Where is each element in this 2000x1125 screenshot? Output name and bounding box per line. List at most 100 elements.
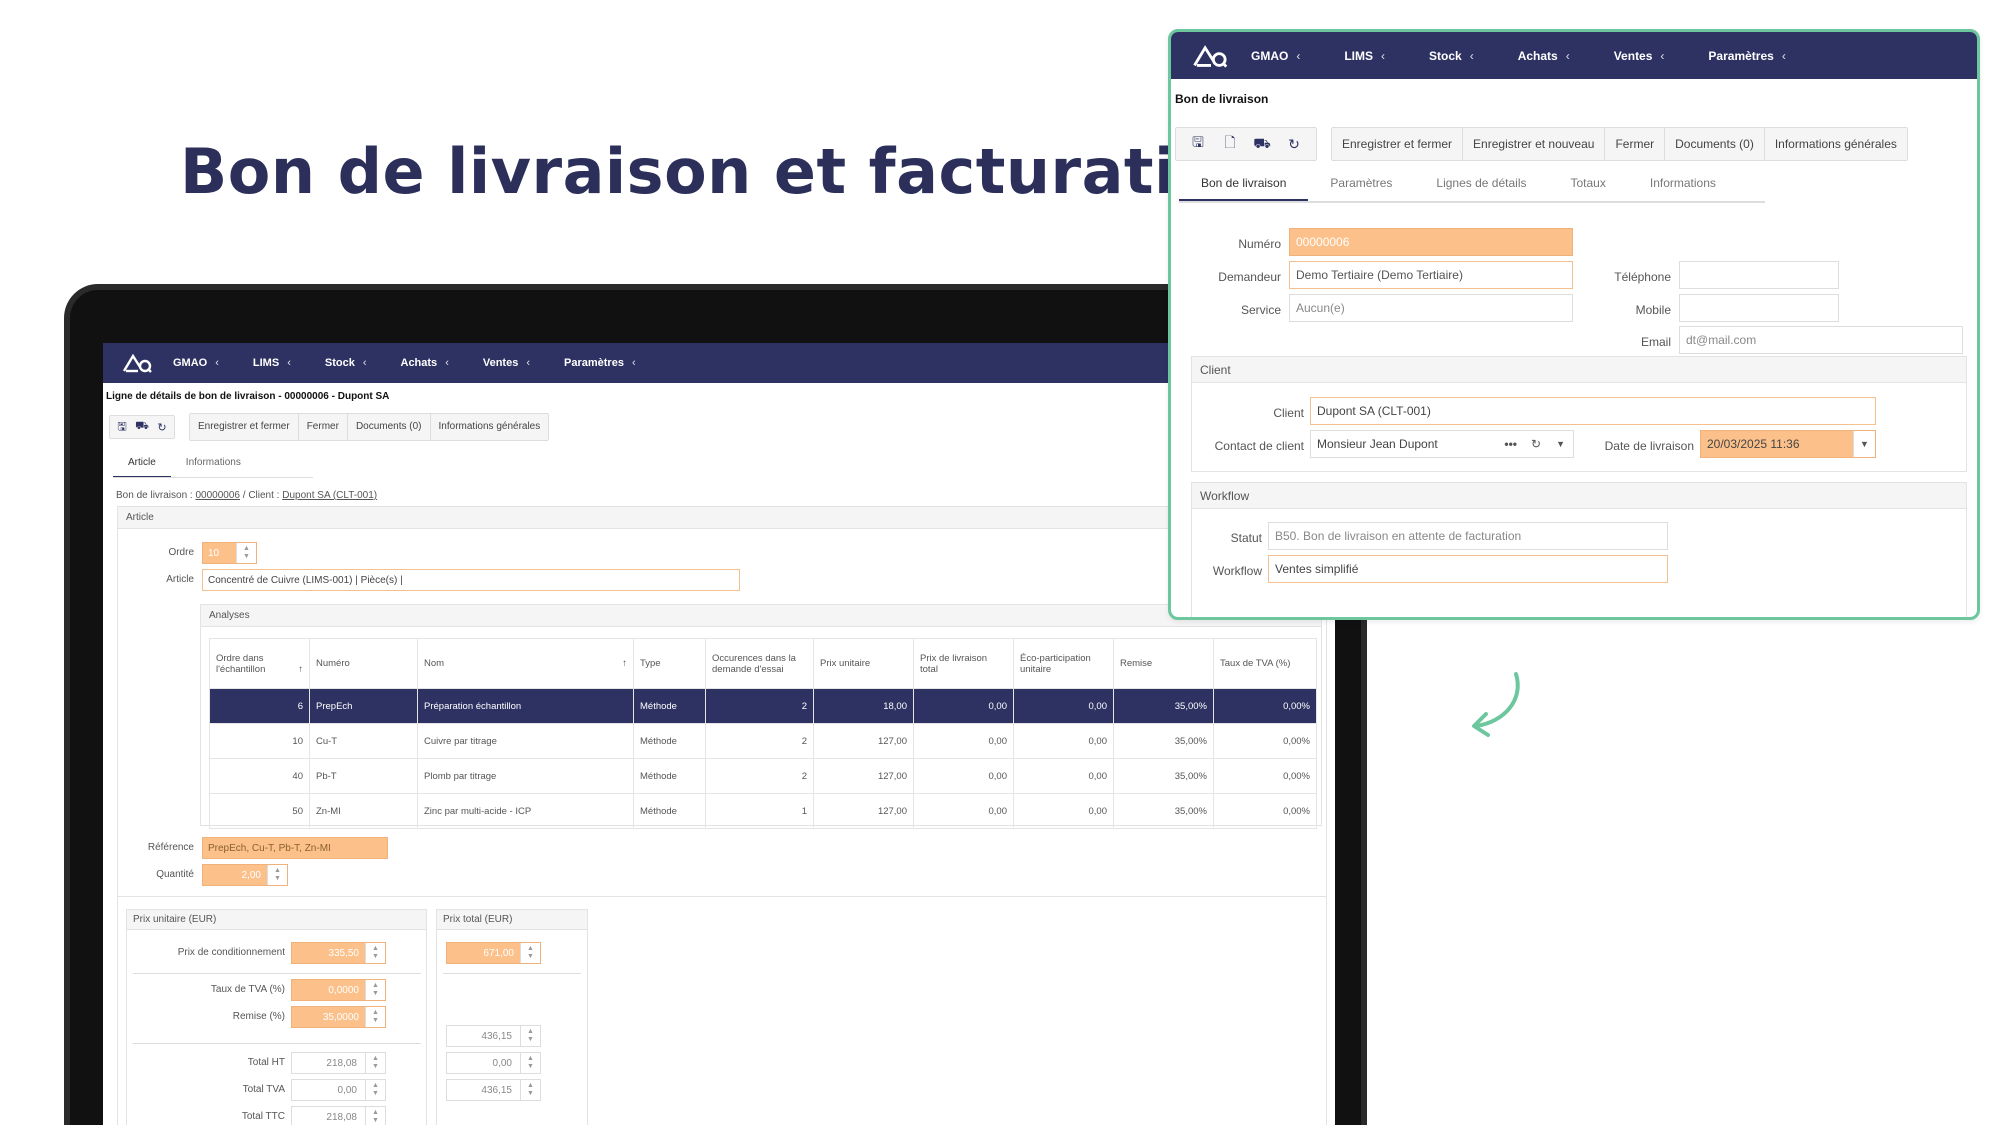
column-header[interactable]: Numéro [309, 638, 418, 689]
truck-icon[interactable]: ⛟ [132, 416, 152, 438]
column-header[interactable]: Prix de livraison total [913, 638, 1014, 689]
workflow-section: Workflow Statut B50. Bon de livraison en… [1191, 482, 1967, 617]
save-icon[interactable]: 🖫 [1182, 129, 1214, 159]
stepper-icon[interactable]: ▲ ▼ [520, 1080, 540, 1100]
column-header[interactable]: Type [633, 638, 706, 689]
client-section-title: Client [1192, 357, 1966, 383]
nav-item-gmao[interactable]: GMAO ‹ [1251, 49, 1300, 63]
close-button[interactable]: Fermer [299, 414, 348, 440]
save-close-button[interactable]: Enregistrer et fermer [190, 414, 299, 440]
app-logo-icon[interactable] [1171, 43, 1251, 69]
date-livraison-field[interactable]: 20/03/2025 11:36 ▼ [1700, 430, 1876, 458]
workflow-field[interactable]: Ventes simplifié [1268, 555, 1668, 583]
statut-field[interactable]: B50. Bon de livraison en attente de fact… [1268, 522, 1668, 550]
stepper-icon[interactable]: ▲ ▼ [365, 1107, 385, 1125]
table-row[interactable]: 6 PrepEch Préparation échantillon Méthode 2 1… [209, 688, 1317, 724]
tab-informations[interactable]: Informations [171, 453, 256, 478]
stepper-icon[interactable]: ▲ ▼ [365, 943, 385, 963]
total-ht-total-field[interactable]: 436,15 ▲ ▼ [446, 1025, 541, 1047]
stepper-icon[interactable]: ▲ ▼ [520, 1026, 540, 1046]
general-info-button[interactable]: Informations générales [1765, 128, 1907, 160]
tab-informations[interactable]: Informations [1628, 172, 1738, 202]
close-button[interactable]: Fermer [1605, 128, 1666, 160]
total-tva-total-field[interactable]: 0,00 ▲ ▼ [446, 1052, 541, 1074]
nav-item-ventes[interactable]: Ventes ‹ [483, 357, 530, 369]
refresh-icon[interactable]: ↻ [152, 416, 172, 438]
table-row[interactable]: 10 Cu-T Cuivre par titrage Méthode 2 127,00 0,… [209, 723, 1317, 759]
table-row[interactable]: 40 Pb-T Plomb par titrage Méthode 2 127,00 0,0… [209, 758, 1317, 794]
column-header[interactable]: Remise [1113, 638, 1214, 689]
table-row[interactable]: 50 Zn-MI Zinc par multi-acide - ICP Méthode… [209, 793, 1317, 829]
nav-item-lims[interactable]: LIMS ‹ [1344, 49, 1385, 63]
more-icon[interactable]: ••• [1504, 437, 1517, 451]
stepper-icon[interactable]: ▲ ▼ [365, 1007, 385, 1027]
tva-field[interactable]: 0,0000 ▲ ▼ [291, 979, 386, 1001]
nav-item-parametres[interactable]: Paramètres ‹ [564, 357, 636, 369]
window-tabs: Bon de livraison Paramètres Lignes de dé… [1179, 172, 1738, 202]
contact-field[interactable]: Monsieur Jean Dupont ••• ↻ ▼ [1310, 430, 1574, 458]
nav-item-stock[interactable]: Stock ‹ [1429, 49, 1474, 63]
tab-lignes-details[interactable]: Lignes de détails [1414, 172, 1548, 202]
nav-item-ventes[interactable]: Ventes ‹ [1614, 49, 1665, 63]
total-tva-field[interactable]: 0,00 ▲ ▼ [291, 1079, 386, 1101]
chevron-down-icon[interactable]: ▼ [1853, 431, 1875, 457]
total-ttc-total-field[interactable]: 436,15 ▲ ▼ [446, 1079, 541, 1101]
stepper-icon[interactable]: ▲ ▼ [520, 943, 540, 963]
stepper-icon[interactable]: ▲ ▼ [365, 1053, 385, 1073]
nav-item-achats[interactable]: Achats ‹ [1518, 49, 1570, 63]
documents-button[interactable]: Documents (0) [348, 414, 431, 440]
service-field[interactable]: Aucun(e) [1289, 294, 1573, 322]
column-header[interactable]: Éco-participation unitaire [1013, 638, 1114, 689]
chevron-down-icon[interactable]: ▼ [1556, 439, 1565, 449]
save-close-button[interactable]: Enregistrer et fermer [1332, 128, 1464, 160]
column-header[interactable]: Prix unitaire [813, 638, 914, 689]
stepper-icon[interactable]: ▲ ▼ [267, 865, 287, 885]
stepper-icon[interactable]: ▲ ▼ [365, 1080, 385, 1100]
demandeur-field[interactable]: Demo Tertiaire (Demo Tertiaire) [1289, 261, 1573, 289]
ordre-field[interactable]: 10 ▲ ▼ [202, 542, 257, 564]
column-header[interactable]: Taux de TVA (%) [1213, 638, 1317, 689]
app-logo-icon[interactable] [103, 352, 173, 374]
reference-field[interactable]: PrepEch, Cu-T, Pb-T, Zn-MI [202, 837, 388, 859]
numero-field[interactable]: 00000006 [1289, 228, 1573, 256]
sort-icon[interactable]: ↑ [622, 658, 627, 669]
mobile-field[interactable] [1679, 294, 1839, 322]
stepper-icon[interactable]: ▲ ▼ [520, 1053, 540, 1073]
nav-item-stock[interactable]: Stock ‹ [325, 357, 367, 369]
breadcrumb-bl-link[interactable]: 00000006 [196, 490, 241, 501]
column-header[interactable]: Occurences dans la demande d'essai [705, 638, 814, 689]
quantite-field[interactable]: 2,00 ▲ ▼ [202, 864, 288, 886]
article-field[interactable]: Concentré de Cuivre (LIMS-001) | Pièce(s… [202, 569, 740, 591]
sort-icon[interactable]: ↑ [298, 664, 303, 675]
nav-item-achats[interactable]: Achats ‹ [401, 357, 449, 369]
tab-parametres[interactable]: Paramètres [1308, 172, 1414, 202]
total-ht-field[interactable]: 218,08 ▲ ▼ [291, 1052, 386, 1074]
remise-field[interactable]: 35,0000 ▲ ▼ [291, 1006, 386, 1028]
column-header[interactable]: Ordre dans l'échantillon ↑ [209, 638, 310, 689]
documents-button[interactable]: Documents (0) [1665, 128, 1765, 160]
refresh-icon[interactable]: ↻ [1531, 437, 1541, 451]
prix-cond-field[interactable]: 335,50 ▲ ▼ [291, 942, 386, 964]
icon-toolbar: 🖫 🗋 ⛟ ↻ [1175, 127, 1317, 161]
save-new-button[interactable]: Enregistrer et nouveau [1463, 128, 1606, 160]
prix-total-field[interactable]: 671,00 ▲ ▼ [446, 942, 541, 964]
tab-bon-de-livraison[interactable]: Bon de livraison [1179, 172, 1309, 202]
telephone-field[interactable] [1679, 261, 1839, 289]
stepper-icon[interactable]: ▲ ▼ [236, 543, 256, 563]
general-info-button[interactable]: Informations générales [431, 414, 549, 440]
save-icon[interactable]: 🖫 [112, 416, 132, 438]
refresh-icon[interactable]: ↻ [1278, 129, 1310, 159]
breadcrumb-client-link[interactable]: Dupont SA (CLT-001) [282, 490, 377, 501]
nav-item-lims[interactable]: LIMS ‹ [253, 357, 291, 369]
client-field[interactable]: Dupont SA (CLT-001) [1310, 397, 1876, 425]
nav-item-gmao[interactable]: GMAO ‹ [173, 357, 219, 369]
truck-icon[interactable]: ⛟ [1246, 129, 1278, 159]
new-document-icon[interactable]: 🗋 [1214, 129, 1246, 159]
total-ttc-field[interactable]: 218,08 ▲ ▼ [291, 1106, 386, 1125]
tab-article[interactable]: Article [113, 453, 171, 478]
nav-item-parametres[interactable]: Paramètres ‹ [1708, 49, 1785, 63]
column-header[interactable]: Nom ↑ [417, 638, 634, 689]
email-field[interactable]: dt@mail.com [1679, 326, 1963, 354]
tab-totaux[interactable]: Totaux [1549, 172, 1628, 202]
stepper-icon[interactable]: ▲ ▼ [365, 980, 385, 1000]
